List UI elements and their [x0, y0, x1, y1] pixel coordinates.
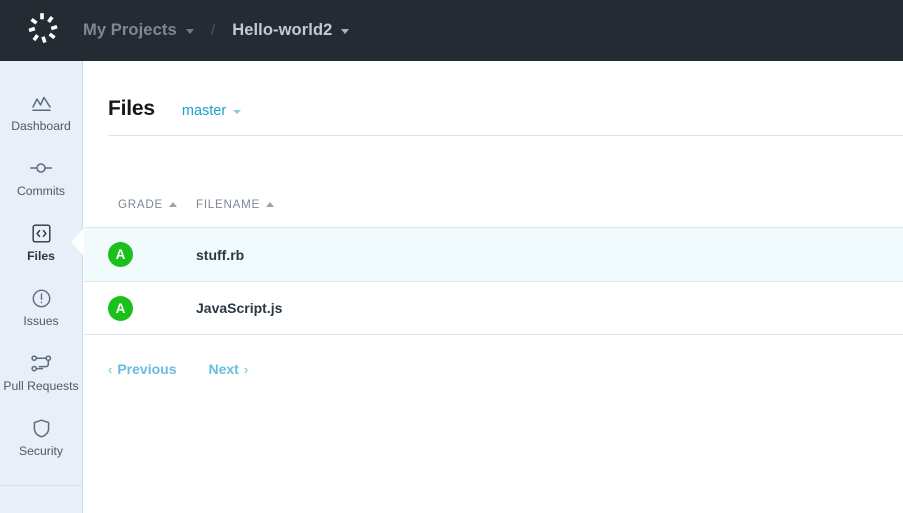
sidebar-item-label: Issues	[23, 314, 58, 328]
main-content: Files master GRADE FILENAME	[84, 61, 903, 513]
breadcrumb-item-my-projects[interactable]: My Projects	[83, 21, 194, 40]
app-logo[interactable]	[0, 0, 83, 61]
branch-selector[interactable]: master	[182, 103, 241, 119]
commit-node-icon	[30, 155, 52, 181]
chevron-up-icon	[266, 202, 274, 207]
sidebar-item-label: Dashboard	[11, 119, 71, 133]
code-brackets-icon	[32, 220, 51, 246]
codeclimate-dashed-circle-logo-icon	[21, 10, 63, 52]
chevron-down-icon	[233, 110, 241, 114]
previous-page-label: Previous	[117, 361, 176, 377]
chevron-down-icon	[341, 29, 349, 34]
files-table: GRADE FILENAME A stuff.rb A	[84, 192, 903, 335]
column-header-label: GRADE	[118, 198, 163, 211]
header-divider	[108, 135, 903, 136]
breadcrumb-label: Hello-world2	[232, 21, 332, 40]
column-header-filename[interactable]: FILENAME	[196, 198, 274, 211]
sidebar-item-dashboard[interactable]: Dashboard	[0, 79, 82, 144]
app-root: My Projects / Hello-world2 Dashboard	[0, 0, 903, 513]
table-row[interactable]: A stuff.rb	[84, 227, 903, 281]
chevron-up-icon	[169, 202, 177, 207]
breadcrumb: My Projects / Hello-world2	[83, 0, 349, 61]
sidebar-item-label: Pull Requests	[3, 379, 78, 393]
chevron-left-icon: ‹	[108, 362, 112, 377]
top-bar: My Projects / Hello-world2	[0, 0, 903, 61]
git-branch-icon	[31, 350, 52, 376]
sidebar-item-label: Security	[19, 444, 63, 458]
breadcrumb-item-hello-world2[interactable]: Hello-world2	[232, 21, 349, 40]
breadcrumb-label: My Projects	[83, 21, 177, 40]
status-badge: A	[108, 296, 133, 321]
page-header: Files master	[84, 61, 903, 121]
sidebar-item-pull-requests[interactable]: Pull Requests	[0, 339, 82, 404]
filename-cell: stuff.rb	[196, 247, 244, 263]
branch-name: master	[182, 103, 226, 119]
sidebar-item-security[interactable]: Security	[0, 404, 82, 469]
table-row[interactable]: A JavaScript.js	[84, 281, 903, 335]
chart-mountain-icon	[32, 90, 51, 116]
sidebar-item-label: Commits	[17, 184, 65, 198]
sidebar-divider	[0, 485, 82, 486]
status-badge: A	[108, 242, 133, 267]
sidebar-item-label: Files	[27, 249, 55, 263]
breadcrumb-separator: /	[211, 22, 215, 40]
sidebar-item-commits[interactable]: Commits	[0, 144, 82, 209]
grade-cell: A	[108, 242, 196, 267]
column-header-label: FILENAME	[196, 198, 260, 211]
shield-icon	[33, 415, 50, 441]
sidebar-item-issues[interactable]: Issues	[0, 274, 82, 339]
sidebar-item-files[interactable]: Files	[0, 209, 82, 274]
filename-cell: JavaScript.js	[196, 300, 282, 316]
grade-cell: A	[108, 296, 196, 321]
sidebar: Dashboard Commits Files	[0, 61, 83, 513]
pagination: ‹ Previous Next ›	[84, 335, 903, 377]
next-page-button[interactable]: Next ›	[208, 361, 248, 377]
next-page-label: Next	[208, 361, 238, 377]
chevron-right-icon: ›	[244, 362, 248, 377]
table-body: A stuff.rb A JavaScript.js	[84, 227, 903, 335]
chevron-down-icon	[186, 29, 194, 34]
table-header-row: GRADE FILENAME	[84, 192, 903, 216]
page-title: Files	[108, 97, 155, 121]
alert-circle-icon	[32, 285, 51, 311]
column-header-grade[interactable]: GRADE	[118, 198, 196, 211]
previous-page-button[interactable]: ‹ Previous	[108, 361, 176, 377]
